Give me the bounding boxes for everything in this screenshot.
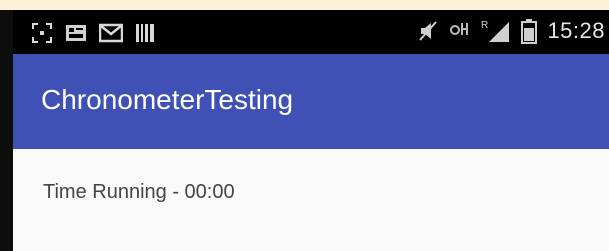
notification-icons: [31, 22, 155, 44]
main-content: Time Running - 00:00: [13, 149, 609, 251]
roaming-label: R: [481, 20, 488, 31]
chronometer-text: Time Running - 00:00: [43, 181, 235, 203]
system-status-icons: R 15:28: [417, 18, 605, 44]
image-icon: [65, 23, 87, 43]
data-signal-icon: [449, 20, 471, 42]
status-bar: R 15:28: [13, 10, 609, 54]
battery-icon: [521, 18, 538, 44]
app-toolbar: ChronometerTesting: [13, 54, 609, 149]
barcode-icon: [135, 23, 155, 43]
mail-icon: [99, 23, 123, 43]
mute-icon: [417, 19, 439, 43]
device-frame: R 15:28 ChronometerTesting Time Running: [0, 10, 609, 251]
roaming-signal-icon: R: [481, 18, 511, 44]
phone-screen: R 15:28 ChronometerTesting Time Running: [13, 10, 609, 251]
screenshot-icon: [31, 22, 53, 44]
app-title: ChronometerTesting: [41, 84, 294, 115]
status-clock: 15:28: [547, 18, 605, 43]
